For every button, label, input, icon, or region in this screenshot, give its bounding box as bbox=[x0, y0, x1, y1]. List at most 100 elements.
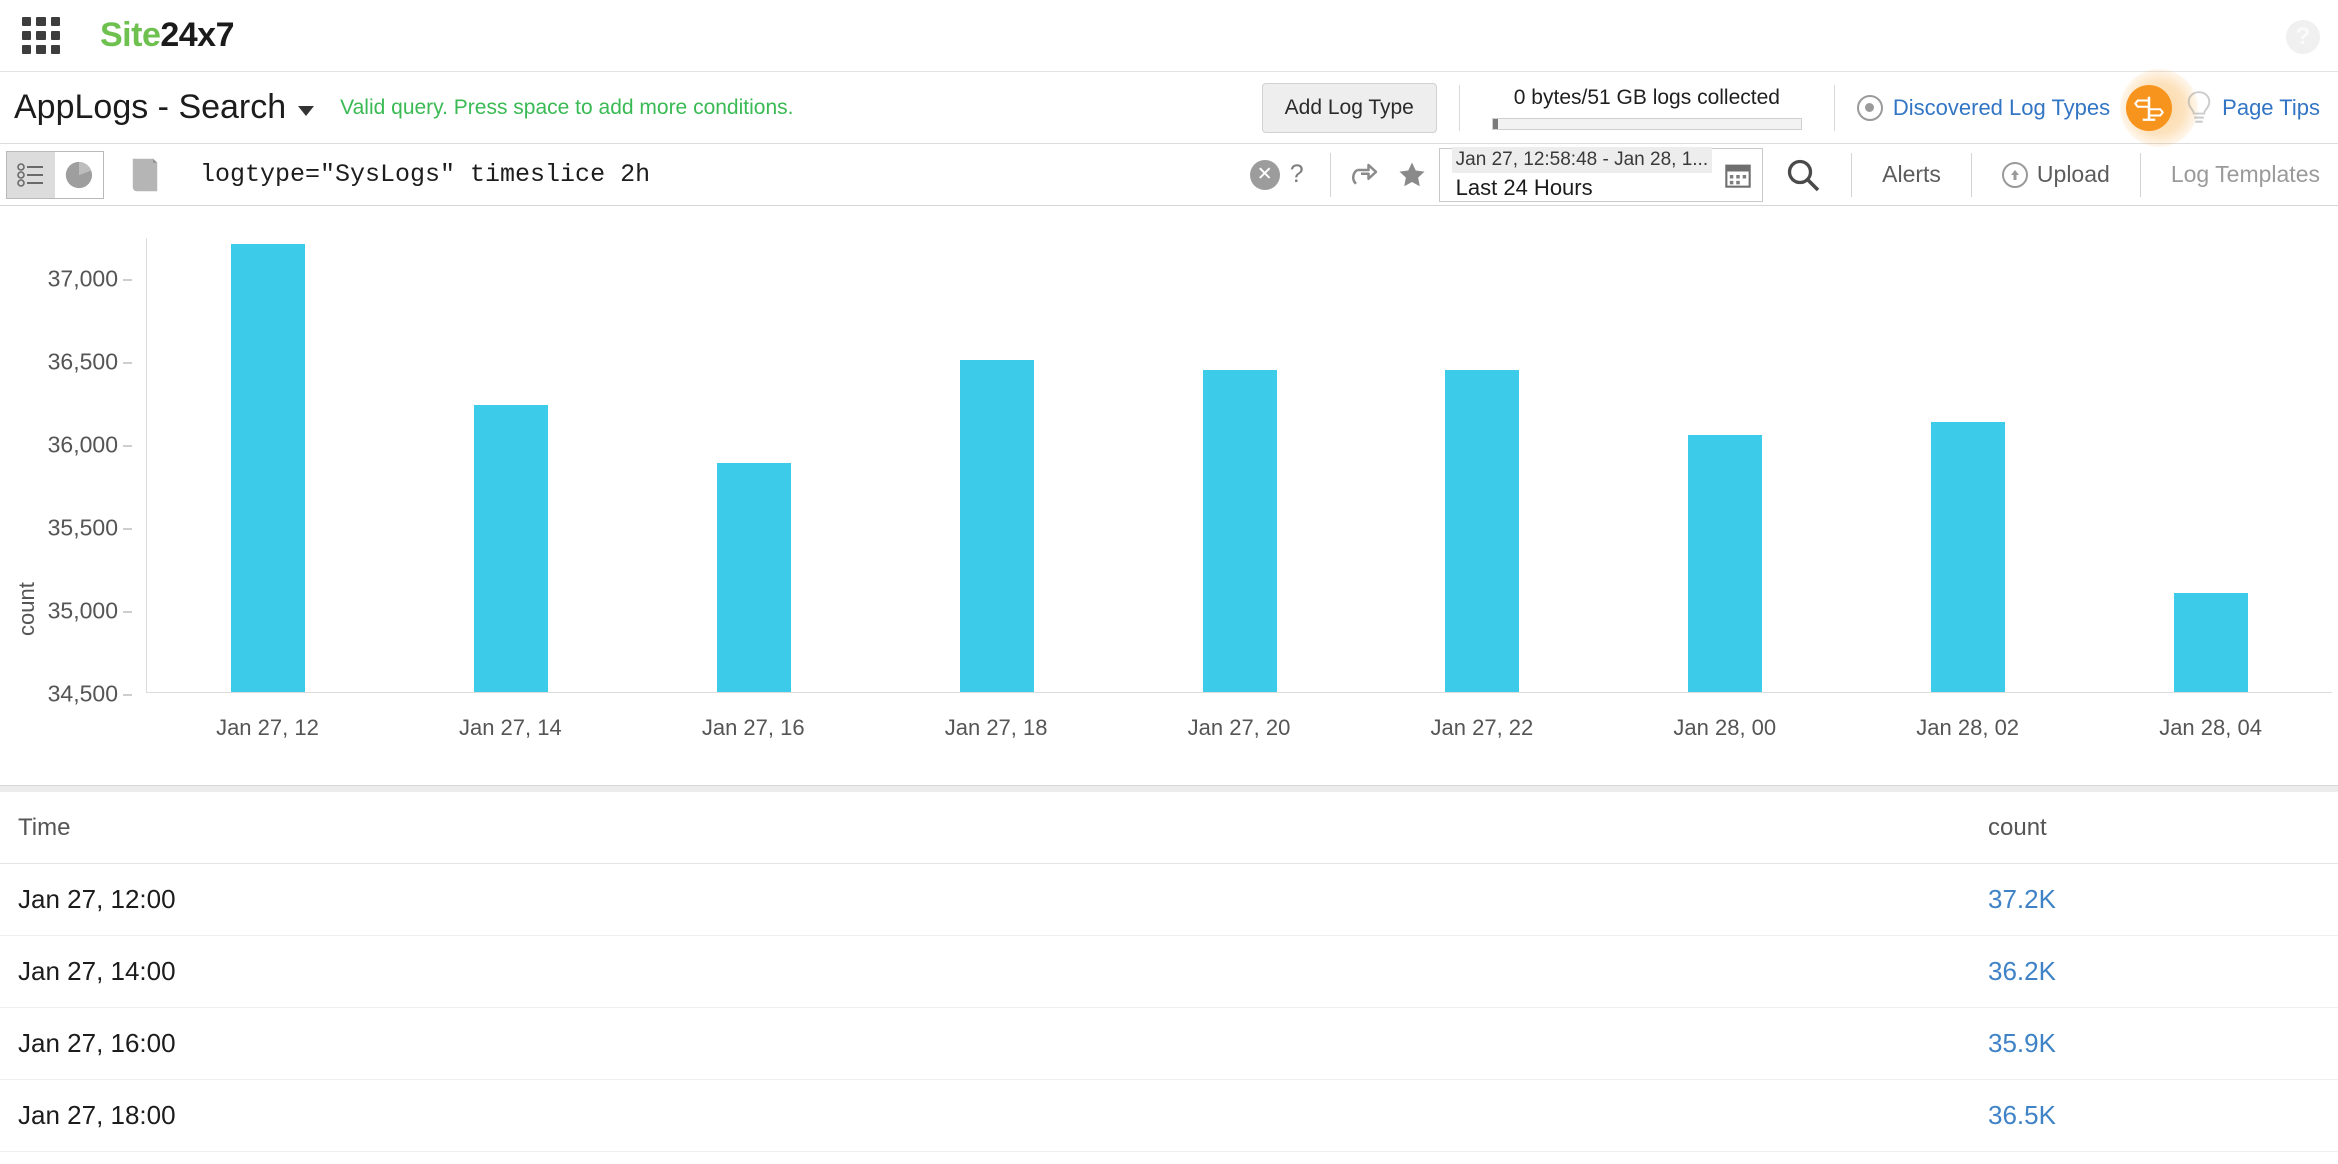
divider bbox=[1851, 153, 1852, 197]
y-axis-tick: 37,000 bbox=[48, 266, 118, 293]
cell-time: Jan 27, 16:00 bbox=[18, 1028, 1988, 1059]
chart-bar-cell bbox=[1118, 238, 1361, 692]
chart-bar[interactable] bbox=[1203, 370, 1277, 692]
share-icon[interactable] bbox=[1351, 160, 1381, 190]
chart-bar-cell bbox=[1846, 238, 2089, 692]
results-table: Time count Jan 27, 12:0037.2KJan 27, 14:… bbox=[0, 786, 2338, 1152]
x-axis-tick: Jan 27, 20 bbox=[1118, 715, 1361, 741]
column-header-count[interactable]: count bbox=[1988, 814, 2320, 842]
chart-bar[interactable] bbox=[1445, 370, 1519, 692]
logs-collected-meter: 0 bytes/51 GB logs collected bbox=[1482, 86, 1812, 130]
logs-collected-progressbar bbox=[1492, 118, 1802, 130]
table-row[interactable]: Jan 27, 18:0036.5K bbox=[0, 1080, 2338, 1152]
table-body: Jan 27, 12:0037.2KJan 27, 14:0036.2KJan … bbox=[0, 864, 2338, 1152]
y-axis-tick: 34,500 bbox=[48, 681, 118, 708]
chart-bar-cell bbox=[875, 238, 1118, 692]
eye-icon bbox=[1857, 95, 1883, 121]
x-axis-tick: Jan 27, 18 bbox=[875, 715, 1118, 741]
chart-bar[interactable] bbox=[717, 463, 791, 692]
y-axis-tick: 35,000 bbox=[48, 598, 118, 625]
upload-label: Upload bbox=[2037, 161, 2110, 188]
divider bbox=[1459, 85, 1460, 131]
page-tips-link[interactable]: Page Tips bbox=[2222, 95, 2320, 121]
page-header: AppLogs - Search Valid query. Press spac… bbox=[0, 72, 2338, 144]
cell-count[interactable]: 35.9K bbox=[1988, 1028, 2320, 1059]
logs-collected-label: 0 bytes/51 GB logs collected bbox=[1514, 86, 1780, 110]
header-actions: Add Log Type 0 bytes/51 GB logs collecte… bbox=[1262, 72, 2320, 143]
search-icon[interactable] bbox=[1785, 157, 1821, 193]
cell-time: Jan 27, 18:00 bbox=[18, 1100, 1988, 1131]
log-templates-button[interactable]: Log Templates bbox=[2153, 144, 2338, 205]
cell-count[interactable]: 37.2K bbox=[1988, 884, 2320, 915]
query-toolbar: logtype="SysLogs" timeslice 2h ✕ ? Jan 2… bbox=[0, 144, 2338, 206]
list-view-icon[interactable] bbox=[7, 152, 55, 198]
table-row[interactable]: Jan 27, 16:0035.9K bbox=[0, 1008, 2338, 1080]
column-header-time[interactable]: Time bbox=[18, 814, 1988, 842]
x-axis-tick: Jan 27, 22 bbox=[1360, 715, 1603, 741]
table-header-row: Time count bbox=[0, 792, 2338, 864]
chart-bar-cell bbox=[2089, 238, 2332, 692]
table-row[interactable]: Jan 27, 12:0037.2K bbox=[0, 864, 2338, 936]
date-range-picker[interactable]: Jan 27, 12:58:48 - Jan 28, 1... Last 24 … bbox=[1439, 148, 1763, 202]
chart-bar-cell bbox=[633, 238, 876, 692]
upload-button[interactable]: Upload bbox=[1984, 144, 2128, 205]
view-mode-toggle bbox=[6, 151, 104, 199]
query-toolbar-actions: ✕ ? Jan 27, 12:58:48 - Jan 28, 1... Last… bbox=[1250, 144, 2338, 205]
chart-bar[interactable] bbox=[960, 360, 1034, 692]
divider bbox=[1971, 153, 1972, 197]
page-tips-group[interactable]: Page Tips bbox=[2126, 85, 2320, 131]
y-axis-tick: 36,500 bbox=[48, 349, 118, 376]
chart-bar-cell bbox=[1361, 238, 1604, 692]
chart-bar[interactable] bbox=[1931, 422, 2005, 692]
signpost-icon[interactable] bbox=[2126, 85, 2172, 131]
table-row[interactable]: Jan 27, 14:0036.2K bbox=[0, 936, 2338, 1008]
alerts-button[interactable]: Alerts bbox=[1864, 144, 1959, 205]
divider bbox=[1330, 153, 1331, 197]
y-axis-tick: 35,500 bbox=[48, 515, 118, 542]
applogs-search-page: Site24x7 ? AppLogs - Search Valid query.… bbox=[0, 0, 2338, 1164]
site24x7-logo[interactable]: Site24x7 bbox=[100, 16, 234, 55]
cell-time: Jan 27, 12:00 bbox=[18, 884, 1988, 915]
clear-query-icon[interactable]: ✕ bbox=[1250, 160, 1280, 190]
add-log-type-button[interactable]: Add Log Type bbox=[1262, 83, 1437, 133]
apps-grid-icon[interactable] bbox=[22, 17, 60, 55]
date-range-absolute: Jan 27, 12:58:48 - Jan 28, 1... bbox=[1452, 147, 1712, 173]
chevron-down-icon[interactable] bbox=[298, 106, 314, 116]
x-axis-tick: Jan 28, 02 bbox=[1846, 715, 2089, 741]
query-help-icon[interactable]: ? bbox=[1290, 160, 1304, 189]
cell-count[interactable]: 36.2K bbox=[1988, 956, 2320, 987]
pie-chart-icon[interactable] bbox=[55, 152, 103, 198]
star-icon[interactable] bbox=[1397, 160, 1427, 190]
x-axis-tick: Jan 28, 00 bbox=[1603, 715, 1846, 741]
chart-bar-cell bbox=[1604, 238, 1847, 692]
chart-bar-cell bbox=[390, 238, 633, 692]
chart-y-axis: 34,500 35,000 35,500 36,000 36,500 37,000 bbox=[0, 206, 140, 785]
query-validation-message: Valid query. Press space to add more con… bbox=[340, 96, 793, 120]
chart-x-axis: Jan 27, 12Jan 27, 14Jan 27, 16Jan 27, 18… bbox=[146, 715, 2332, 741]
date-range-preset: Last 24 Hours bbox=[1452, 173, 1712, 203]
chart-bar[interactable] bbox=[474, 405, 548, 692]
chart-bar-cell bbox=[147, 238, 390, 692]
timeseries-bar-chart: count 34,50035,00035,50036,00036,50037,0… bbox=[0, 206, 2338, 786]
logo-text-secondary: 24x7 bbox=[160, 16, 234, 54]
chart-bar[interactable] bbox=[2174, 593, 2248, 692]
x-axis-tick: Jan 27, 12 bbox=[146, 715, 389, 741]
chart-bars bbox=[147, 238, 2332, 692]
divider bbox=[1834, 85, 1835, 131]
brand-bar: Site24x7 ? bbox=[0, 0, 2338, 72]
calendar-icon[interactable] bbox=[1724, 160, 1752, 190]
x-axis-tick: Jan 27, 16 bbox=[632, 715, 875, 741]
chart-bar[interactable] bbox=[231, 244, 305, 692]
logo-text-primary: Site bbox=[100, 16, 160, 54]
x-axis-tick: Jan 27, 14 bbox=[389, 715, 632, 741]
chart-bar[interactable] bbox=[1688, 435, 1762, 692]
help-circle-icon[interactable]: ? bbox=[2286, 20, 2320, 54]
cell-count[interactable]: 36.5K bbox=[1988, 1100, 2320, 1131]
discovered-log-types-link[interactable]: Discovered Log Types bbox=[1893, 95, 2110, 121]
y-axis-tick: 36,000 bbox=[48, 432, 118, 459]
lightbulb-icon bbox=[2184, 91, 2214, 125]
chart-plot-area bbox=[146, 238, 2332, 693]
book-icon[interactable] bbox=[128, 156, 162, 194]
x-axis-tick: Jan 28, 04 bbox=[2089, 715, 2332, 741]
query-input[interactable]: logtype="SysLogs" timeslice 2h bbox=[200, 160, 1250, 189]
